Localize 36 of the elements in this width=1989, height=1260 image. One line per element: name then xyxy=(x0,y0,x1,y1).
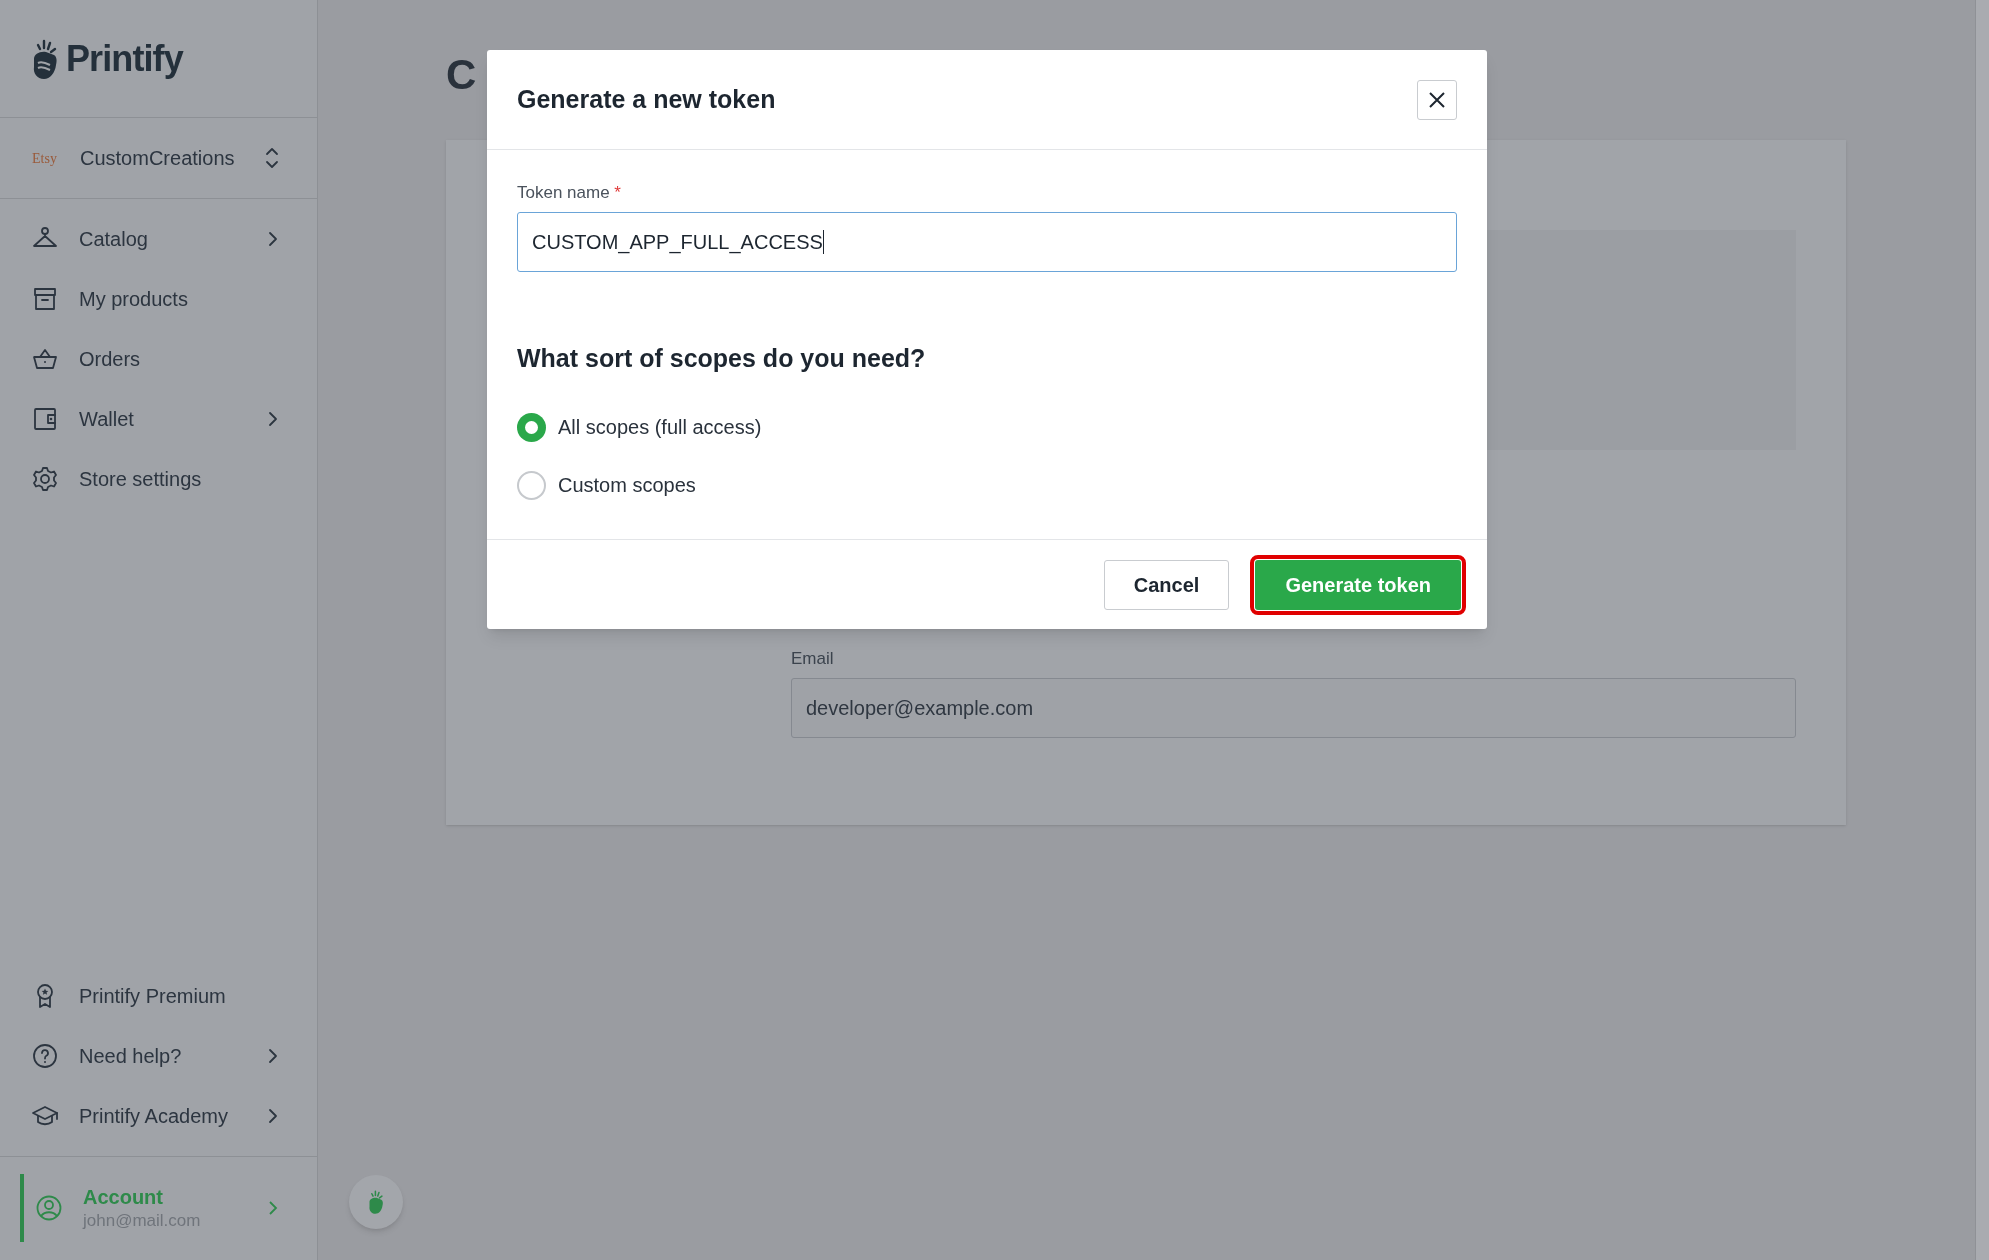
nav-item[interactable]: Store settings xyxy=(0,449,317,509)
gear-icon xyxy=(31,465,59,493)
radio-button[interactable] xyxy=(517,470,546,500)
up-down-caret-icon xyxy=(265,146,279,170)
nav-item[interactable]: My products xyxy=(0,269,317,329)
nav-item[interactable]: Wallet xyxy=(0,389,317,449)
field-label: Token name * xyxy=(517,182,622,204)
dialog-title: Generate a new token xyxy=(517,83,776,115)
page-heading: C xyxy=(446,50,477,100)
section-heading: What sort of scopes do you need? xyxy=(517,342,927,374)
token-name-field[interactable]: CUSTOM_APP_FULL_ACCESS xyxy=(517,211,1457,272)
user-circle-icon xyxy=(35,1194,63,1222)
wallet-icon xyxy=(31,405,59,433)
platform-label: Etsy xyxy=(32,149,58,168)
logo-text: Printify xyxy=(66,36,183,81)
close-button[interactable] xyxy=(1417,79,1457,120)
radio-option[interactable]: Custom scopes xyxy=(517,471,1457,499)
chevron-right-icon xyxy=(267,1199,279,1217)
close-icon xyxy=(1428,90,1446,109)
nav-item[interactable]: Printify Academy xyxy=(0,1086,317,1146)
store-name: CustomCreations xyxy=(80,146,236,171)
field-label: Email xyxy=(791,648,835,670)
radio-button[interactable] xyxy=(517,412,546,442)
nav-item[interactable]: Printify Premium xyxy=(0,966,317,1026)
radio-option[interactable]: All scopes (full access) xyxy=(517,413,1457,441)
email-field[interactable]: developer@example.com xyxy=(791,677,1796,738)
help-icon xyxy=(31,1042,59,1070)
account-label: Account xyxy=(83,1184,164,1210)
cancel-button[interactable]: Cancel xyxy=(1103,559,1230,610)
nav-item[interactable]: Orders xyxy=(0,329,317,389)
nav-item[interactable]: Need help? xyxy=(0,1026,317,1086)
nav-item[interactable]: Catalog xyxy=(0,209,317,269)
store-selector[interactable]: Etsy CustomCreations xyxy=(0,118,317,199)
scrollbar[interactable] xyxy=(1975,0,1989,1260)
archive-box-icon xyxy=(31,285,59,313)
help-bubble-button[interactable] xyxy=(349,1175,403,1229)
